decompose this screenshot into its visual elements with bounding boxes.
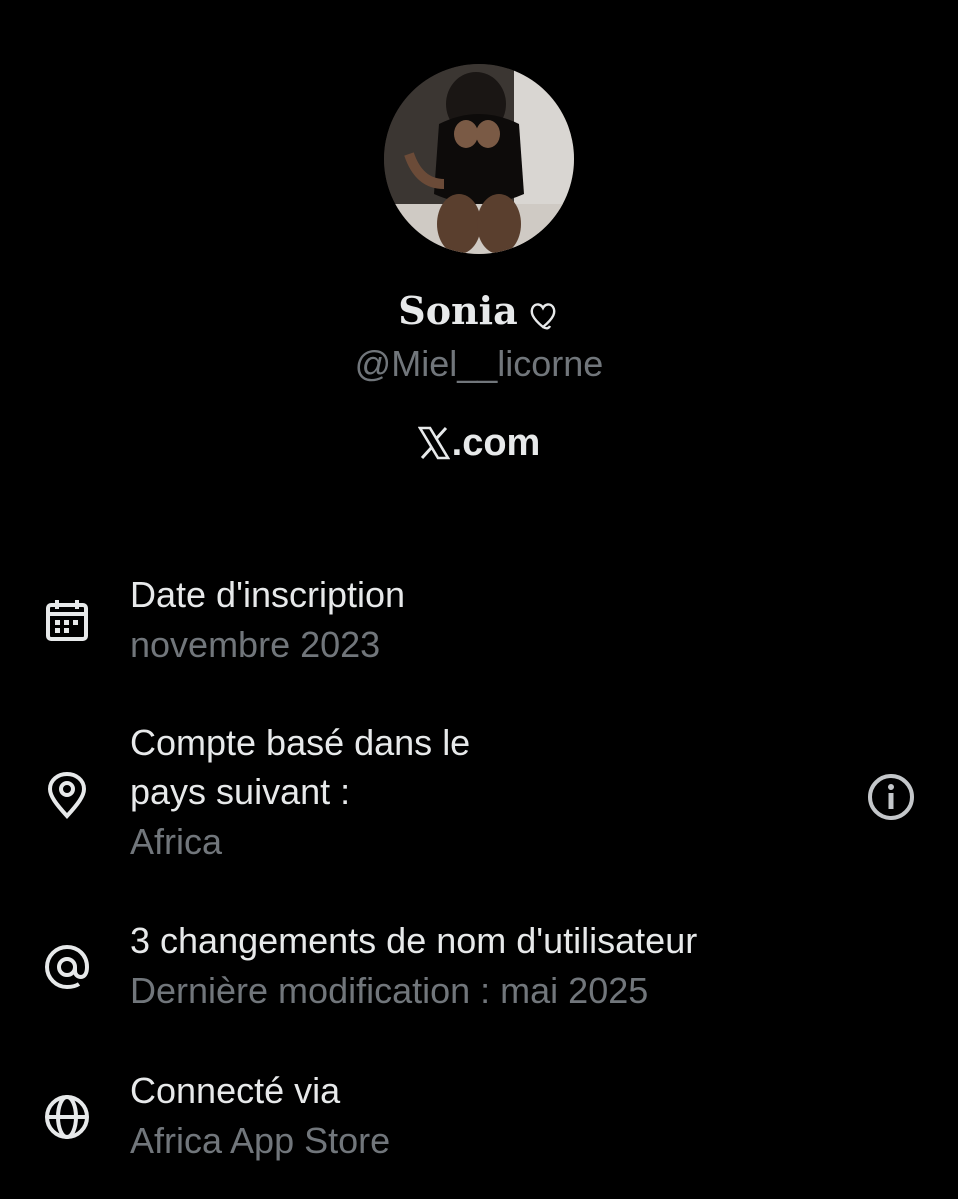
connected-via-text: Connecté via Africa App Store bbox=[130, 1066, 830, 1167]
user-handle: @Miel__licorne bbox=[354, 343, 604, 384]
join-date-value: novembre 2023 bbox=[130, 624, 381, 665]
avatar-photo bbox=[384, 64, 574, 254]
account-country-text: Compte basé dans le pays suivant : Afric… bbox=[130, 718, 550, 868]
info-icon[interactable] bbox=[866, 772, 916, 822]
account-country-title: Compte basé dans le pays suivant : bbox=[130, 722, 471, 812]
username-changes-title: 3 changements de nom d'utilisateur bbox=[130, 920, 698, 961]
x-logo-icon bbox=[417, 426, 450, 460]
join-date-title: Date d'inscription bbox=[130, 574, 406, 615]
heart-emoji-icon bbox=[530, 302, 556, 329]
calendar-icon bbox=[42, 596, 92, 646]
connected-via-title: Connecté via bbox=[130, 1070, 341, 1111]
username-changes-value: Dernière modification : mai 2025 bbox=[130, 970, 649, 1011]
account-country-value: Africa bbox=[130, 821, 223, 862]
globe-icon bbox=[42, 1092, 92, 1142]
location-pin-icon bbox=[42, 770, 92, 820]
username-changes-text: 3 changements de nom d'utilisateur Derni… bbox=[130, 916, 890, 1017]
display-name-row: Sonia bbox=[0, 288, 958, 334]
display-name: Sonia bbox=[398, 288, 518, 333]
at-sign-icon bbox=[42, 942, 92, 992]
brand-domain: .com bbox=[451, 422, 541, 464]
join-date-text: Date d'inscription novembre 2023 bbox=[130, 570, 830, 671]
brand-link[interactable]: .com bbox=[0, 420, 958, 466]
connected-via-value: Africa App Store bbox=[130, 1120, 391, 1161]
profile-avatar[interactable] bbox=[384, 64, 574, 254]
